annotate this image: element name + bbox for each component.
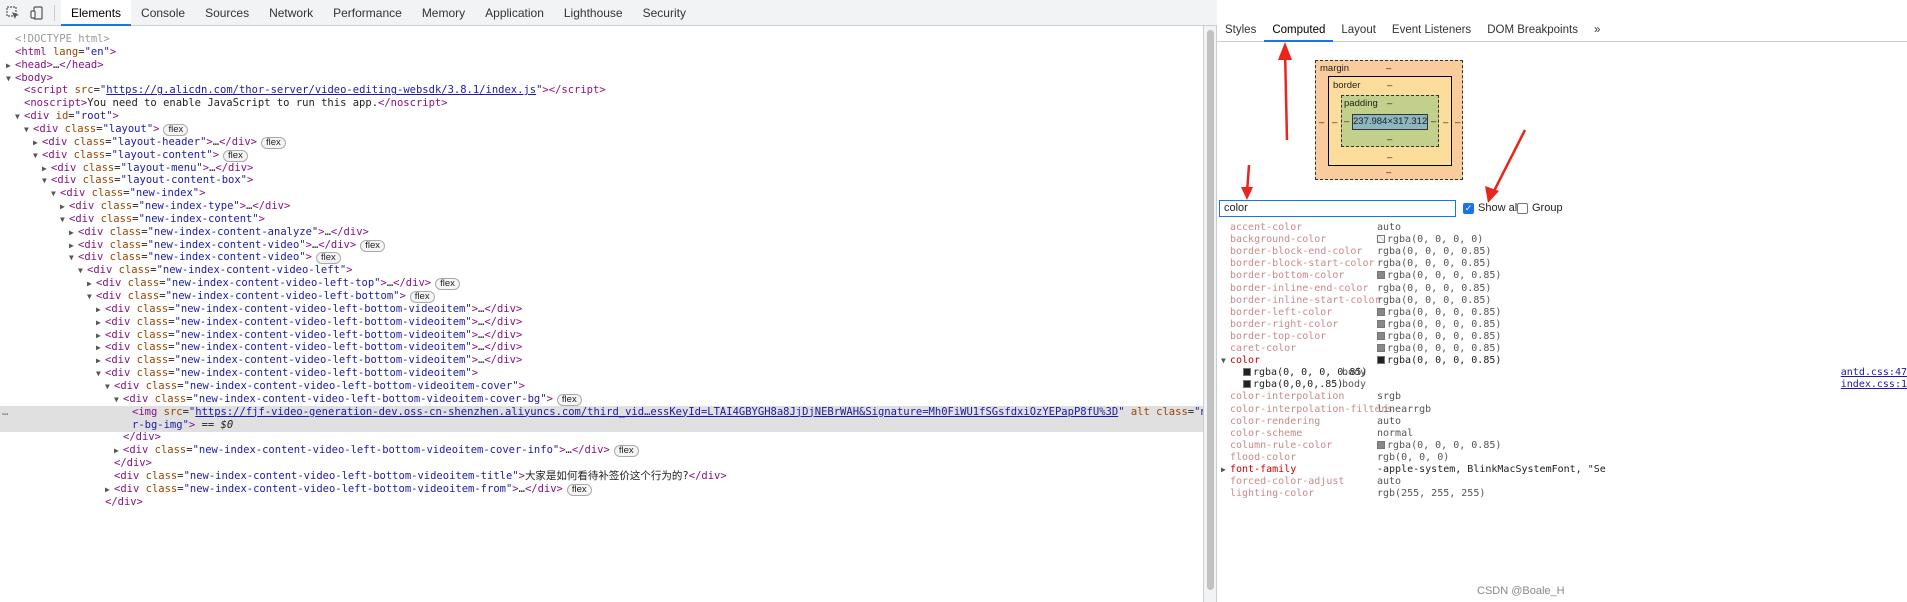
annotation-arrows <box>1241 42 1527 203</box>
arrow-to-computed-tab <box>1278 42 1292 141</box>
arrow-to-filter-input <box>1241 164 1253 200</box>
arrow-to-show-all <box>1485 129 1527 203</box>
